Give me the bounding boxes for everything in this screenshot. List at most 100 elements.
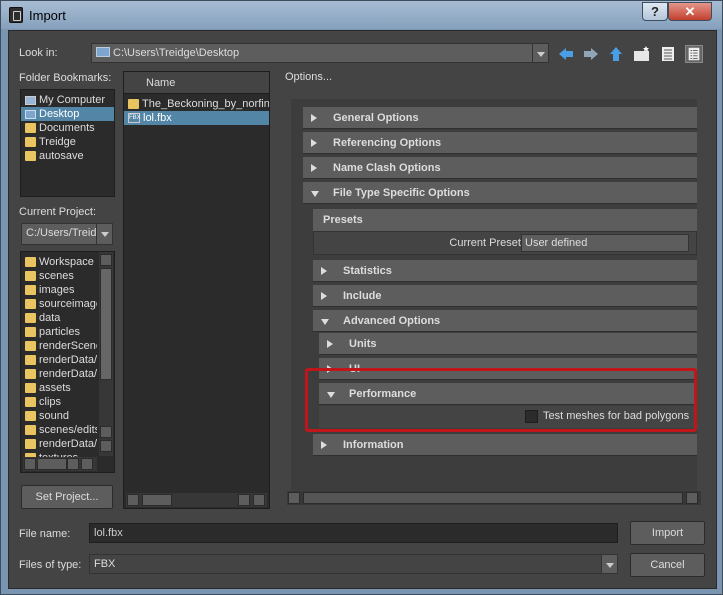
advanced-options-section[interactable]: Advanced Options [313,310,697,332]
project-combo[interactable]: C:/Users/Treid [21,223,113,245]
chevron-down-icon[interactable] [532,44,548,62]
expand-arrow-icon [327,340,333,348]
referencing-options-section[interactable]: Referencing Options [303,132,697,154]
file-name-input[interactable]: lol.fbx [89,523,618,543]
project-folder-item[interactable]: sound [21,409,97,423]
scroll-right-button[interactable] [81,458,93,470]
presets-row: Current Preset: User defined [313,231,697,255]
scroll-thumb[interactable] [100,268,112,380]
folder-label: renderData/ [39,354,97,366]
scroll-thumb[interactable] [37,458,67,470]
folder-icon [25,341,36,351]
file-type-label: Files of type: [19,559,82,571]
folder-label: sourceimage [39,298,97,310]
dialog-body: Look in: C:\Users\Treidge\Desktop Folder… [8,30,717,589]
section-title: Units [349,338,377,350]
new-folder-icon[interactable] [633,45,651,63]
up-arrow-icon[interactable] [607,45,625,63]
cancel-button[interactable]: Cancel [630,553,705,577]
look-in-combo[interactable]: C:\Users\Treidge\Desktop [91,43,549,63]
current-preset-combo[interactable]: User defined [521,234,689,252]
general-options-section[interactable]: General Options [303,107,697,129]
file-type-content: Presets Current Preset: User defined Sta… [303,205,697,491]
name-clash-options-section[interactable]: Name Clash Options [303,157,697,179]
scroll-thumb[interactable] [142,494,172,506]
options-horizontal-scrollbar[interactable] [287,491,701,505]
project-folder-item[interactable]: scenes [21,269,97,283]
bookmark-my-computer[interactable]: My Computer [21,93,114,107]
project-folder-item[interactable]: renderData/ [21,367,97,381]
file-type-combo[interactable]: FBX [89,554,618,574]
scroll-left-button[interactable] [288,492,300,504]
folder-label: particles [39,326,80,338]
project-folder-item[interactable]: Workspace F [21,255,97,269]
folder-icon [25,151,36,161]
help-button[interactable]: ? [642,2,668,21]
statistics-section[interactable]: Statistics [313,260,697,282]
folder-icon [25,439,36,449]
collapse-arrow-icon [311,191,319,197]
folder-label: Workspace F [39,256,97,268]
bookmark-desktop[interactable]: Desktop [21,107,114,121]
project-folder-item[interactable]: particles [21,325,97,339]
scroll-left-button[interactable] [24,458,36,470]
bookmark-autosave[interactable]: autosave [21,149,114,163]
project-folder-item[interactable]: data [21,311,97,325]
scroll-left-button[interactable] [67,458,79,470]
file-name-text: The_Beckoning_by_norfin [142,98,270,110]
file-item-folder[interactable]: The_Beckoning_by_norfin [124,97,269,111]
units-section[interactable]: Units [319,333,697,355]
folder-icon [25,383,36,393]
folder-icon [25,327,36,337]
scroll-thumb[interactable] [303,492,683,504]
project-folder-item[interactable]: sourceimage [21,297,97,311]
current-preset-label: Current Preset: [449,237,524,249]
list-view-icon[interactable] [659,45,677,63]
file-type-specific-options-section[interactable]: File Type Specific Options [303,182,697,204]
scroll-up-button[interactable] [100,426,112,438]
file-item-fbx[interactable]: FBX lol.fbx [124,111,269,125]
bookmark-documents[interactable]: Documents [21,121,114,135]
section-title: Include [343,290,382,302]
include-section[interactable]: Include [313,285,697,307]
folder-label: scenes [39,270,74,282]
folder-label: clips [39,396,62,408]
forward-arrow-icon[interactable] [582,45,600,63]
project-folder-item[interactable]: assets [21,381,97,395]
horizontal-scrollbar[interactable] [23,457,97,471]
back-arrow-icon[interactable] [557,45,575,63]
chevron-down-icon[interactable] [96,224,112,244]
window-title: Import [29,8,66,23]
project-folder-item[interactable]: clips [21,395,97,409]
project-folder-item[interactable]: scenes/edits [21,423,97,437]
vertical-scrollbar[interactable] [99,252,113,456]
section-title: Advanced Options [343,315,441,327]
import-button[interactable]: Import [630,521,705,545]
chevron-down-icon[interactable] [601,555,617,573]
project-folder-item[interactable]: renderData/ [21,353,97,367]
set-project-button[interactable]: Set Project... [21,485,113,509]
scroll-down-button[interactable] [100,440,112,452]
project-folder-item[interactable]: images [21,283,97,297]
bookmark-treidge[interactable]: Treidge [21,135,114,149]
folder-label: assets [39,382,71,394]
scroll-left-button[interactable] [127,494,139,506]
project-folder-item[interactable]: renderData/ [21,437,97,451]
close-button[interactable]: ✕ [668,2,712,21]
scroll-left-button[interactable] [238,494,250,506]
title-bar: Import ? ✕ [1,1,722,29]
scroll-right-button[interactable] [253,494,265,506]
drive-icon [96,47,110,57]
import-dialog: Import ? ✕ Look in: C:\Users\Treidge\Des… [0,0,723,595]
information-section[interactable]: Information [313,434,697,456]
section-title: Name Clash Options [333,162,441,174]
scroll-right-button[interactable] [686,492,698,504]
name-column-header[interactable]: Name [124,72,269,94]
detail-view-icon[interactable] [685,45,703,63]
current-project-label: Current Project: [19,206,97,218]
options-scroll-area: General Options Referencing Options Name… [291,99,697,491]
scroll-up-button[interactable] [100,254,112,266]
horizontal-scrollbar[interactable] [126,493,267,507]
folder-icon [25,271,36,281]
project-folder-item[interactable]: renderScene [21,339,97,353]
